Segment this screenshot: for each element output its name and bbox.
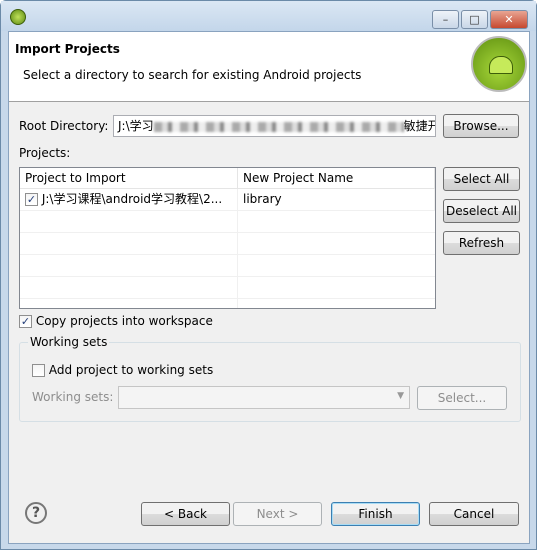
title-bar: – □ ✕ xyxy=(1,1,536,31)
refresh-button[interactable]: Refresh xyxy=(443,231,520,255)
page-description: Select a directory to search for existin… xyxy=(23,68,362,82)
back-button[interactable]: < Back xyxy=(141,502,230,526)
projects-table: Project to Import New Project Name ✓ J:\… xyxy=(19,167,436,309)
blurred-path xyxy=(153,121,404,132)
finish-button[interactable]: Finish xyxy=(331,502,420,526)
help-icon[interactable]: ? xyxy=(25,502,47,524)
next-button[interactable]: Next > xyxy=(233,502,322,526)
copy-projects-option[interactable]: ✓ Copy projects into workspace xyxy=(19,314,213,328)
projects-label: Projects: xyxy=(19,146,71,160)
root-directory-label: Root Directory: xyxy=(19,119,109,133)
import-dialog: – □ ✕ Import Projects Select a directory… xyxy=(0,0,537,550)
project-path: J:\学习课程\android学习教程\2... xyxy=(41,192,223,206)
close-button[interactable]: ✕ xyxy=(490,10,528,29)
project-checkbox[interactable]: ✓ xyxy=(25,193,38,206)
working-sets-combo[interactable]: ▼ xyxy=(118,386,410,409)
minimize-button[interactable]: – xyxy=(432,10,459,29)
column-header-project[interactable]: Project to Import xyxy=(20,168,238,189)
copy-label: Copy projects into workspace xyxy=(35,314,213,328)
root-directory-input[interactable]: J:\学习 敏捷开 xyxy=(113,115,436,137)
project-name[interactable]: library xyxy=(238,189,435,211)
select-all-button[interactable]: Select All xyxy=(443,167,520,191)
maximize-button[interactable]: □ xyxy=(461,10,488,29)
cancel-button[interactable]: Cancel xyxy=(429,502,519,526)
root-path-start: J:\学习 xyxy=(118,119,154,133)
add-working-sets-checkbox[interactable] xyxy=(32,364,45,377)
table-row-empty xyxy=(20,299,435,308)
root-path-end: 敏捷开 xyxy=(403,119,435,133)
table-row[interactable]: ✓ J:\学习课程\android学习教程\2... library xyxy=(20,189,435,211)
chevron-down-icon: ▼ xyxy=(397,391,404,401)
android-app-icon xyxy=(10,9,26,25)
deselect-all-button[interactable]: Deselect All xyxy=(443,199,520,223)
working-sets-group: Working sets Add project to working sets… xyxy=(19,335,521,422)
working-sets-title: Working sets xyxy=(28,335,110,349)
table-row-empty xyxy=(20,211,435,233)
working-sets-label: Working sets: xyxy=(32,390,114,404)
working-sets-select-button[interactable]: Select... xyxy=(417,386,507,410)
table-row-empty xyxy=(20,233,435,255)
copy-checkbox[interactable]: ✓ xyxy=(19,315,32,328)
add-working-sets-label: Add project to working sets xyxy=(48,363,214,377)
browse-button[interactable]: Browse... xyxy=(443,114,519,138)
add-to-working-sets-option[interactable]: Add project to working sets xyxy=(32,363,213,377)
column-header-name[interactable]: New Project Name xyxy=(238,168,435,189)
android-logo-icon xyxy=(471,36,527,92)
table-row-empty xyxy=(20,277,435,299)
table-row-empty xyxy=(20,255,435,277)
page-title: Import Projects xyxy=(15,42,120,56)
wizard-header: Import Projects Select a directory to se… xyxy=(9,32,529,102)
dialog-body: Import Projects Select a directory to se… xyxy=(8,31,530,544)
